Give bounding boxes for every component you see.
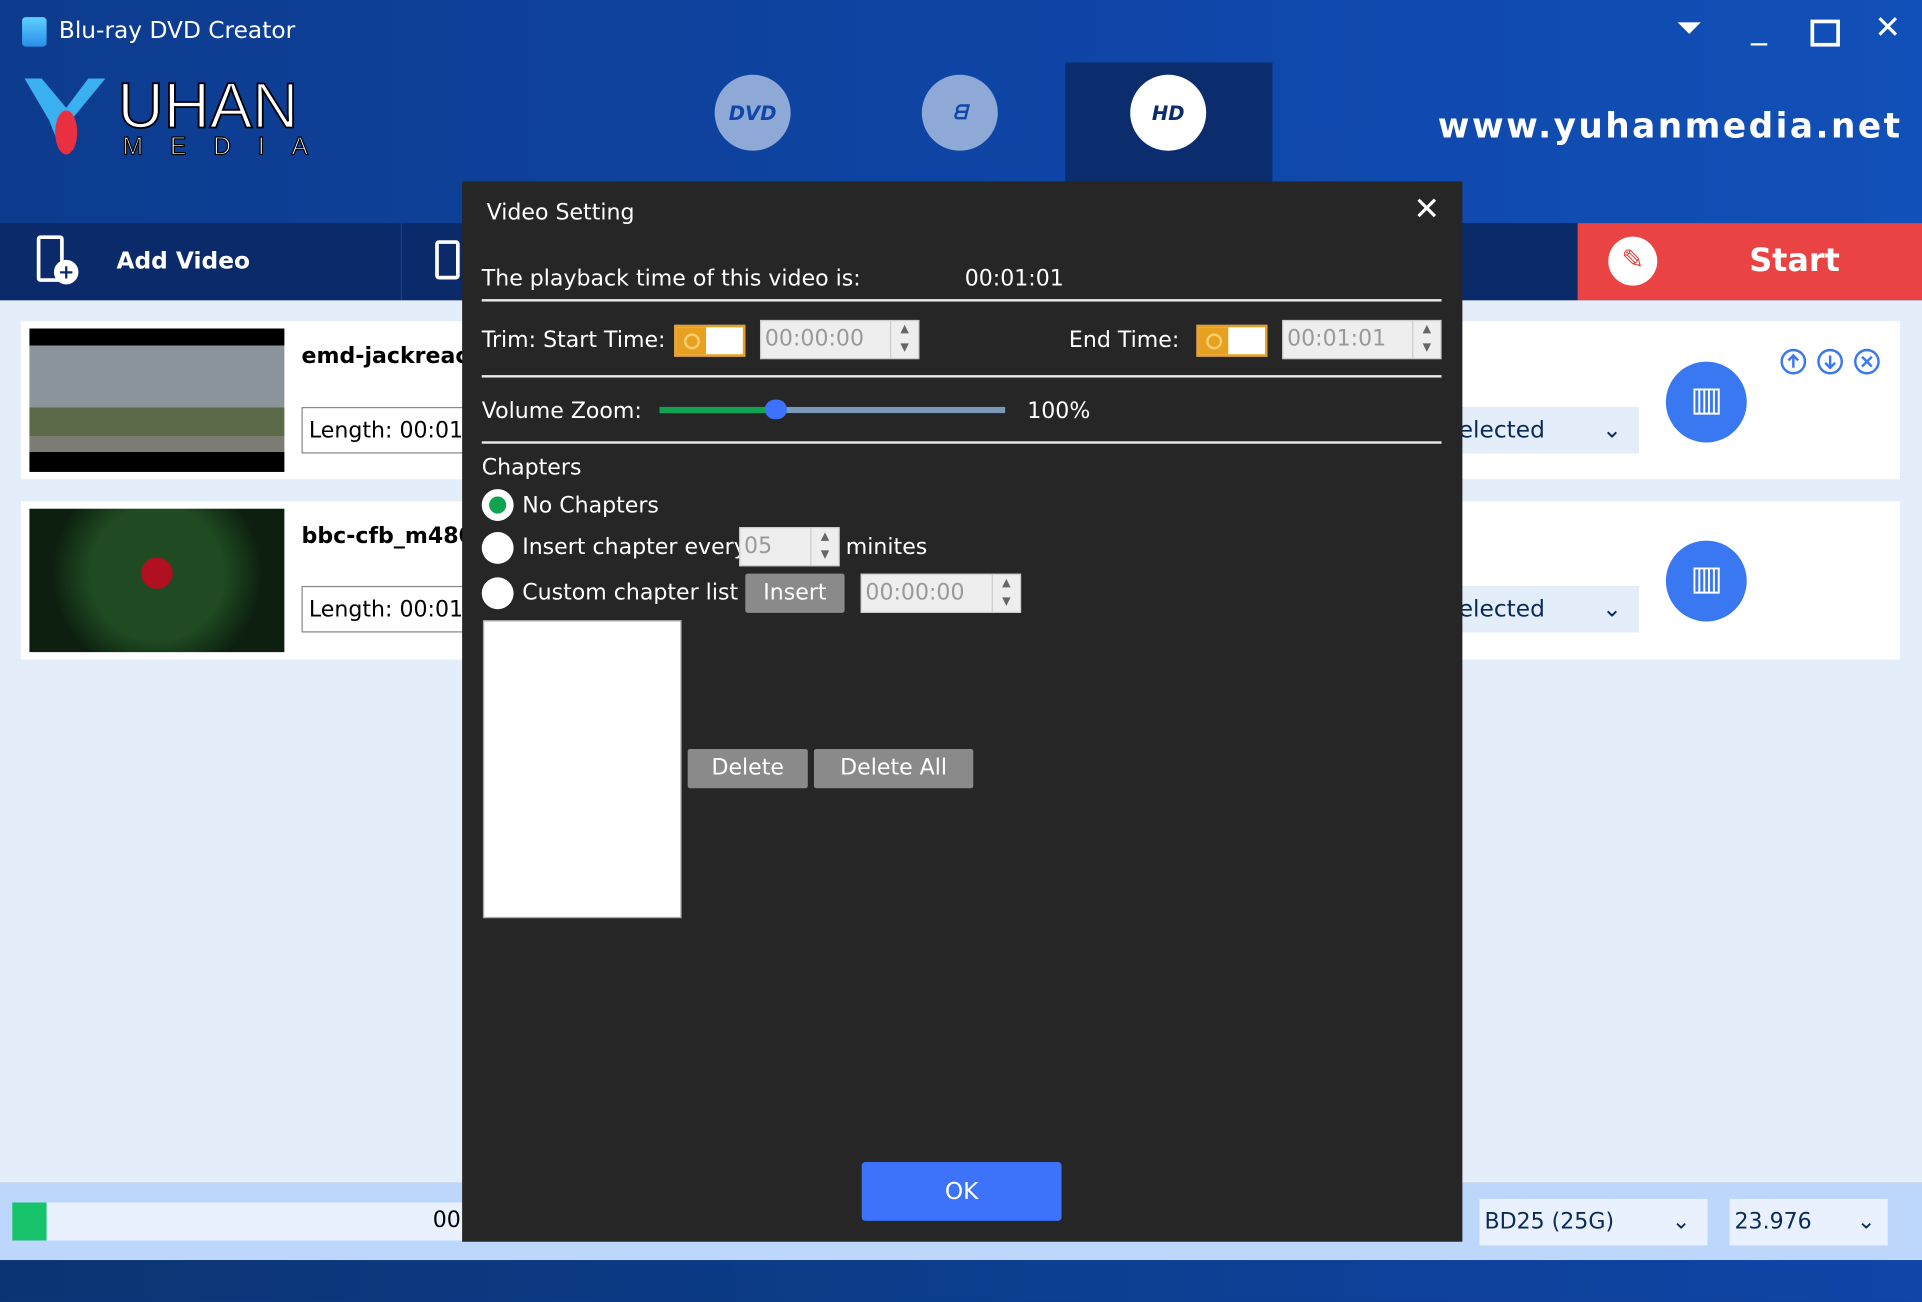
edit-video-button[interactable]: ▥ <box>1665 361 1747 443</box>
playback-label: The playback time of this video is: <box>481 265 861 292</box>
frame-rate-value: 23.976 <box>1734 1208 1812 1235</box>
video-name: bbc-cfb_m480 <box>301 523 474 550</box>
end-time-toggle[interactable] <box>1196 324 1268 357</box>
radio-selected-dot <box>489 496 507 514</box>
video-length: Length: 00:01:0 <box>301 406 474 454</box>
spinner-arrows[interactable]: ▲ ▼ <box>889 321 918 358</box>
video-length: Length: 00:01:4 <box>301 585 474 633</box>
chapter-interval-input[interactable]: 05 ▲ ▼ <box>739 527 840 567</box>
chevron-down-icon: ⌄ <box>1671 1208 1691 1235</box>
insert-button[interactable]: Insert <box>745 573 845 613</box>
volume-value: 100% <box>1027 398 1091 425</box>
custom-chapter-time-value: 00:00:00 <box>865 579 965 606</box>
dialog-close-icon[interactable]: ✕ <box>1413 191 1440 228</box>
subtitle-dropdown[interactable]: elected ⌄ <box>1458 585 1639 633</box>
volume-slider-fill <box>659 406 776 414</box>
app-title: Blu-ray DVD Creator <box>58 17 296 45</box>
divider <box>481 441 1442 444</box>
radio-insert-every[interactable] <box>481 531 514 564</box>
website-url[interactable]: www.yuhanmedia.net <box>1438 105 1903 145</box>
dvd-disc-icon[interactable]: DVD <box>714 74 791 151</box>
disc-capacity-bar <box>12 1202 466 1241</box>
video-thumbnail <box>29 508 285 653</box>
end-time-input[interactable]: 00:01:01 ▲ ▼ <box>1282 319 1442 360</box>
custom-list-label: Custom chapter list <box>522 579 739 606</box>
no-chapters-label: No Chapters <box>522 492 659 519</box>
svg-text:MEDIA: MEDIA <box>123 133 311 156</box>
yuhan-logo: UHAN MEDIA <box>24 71 311 157</box>
ultra-hd-icon[interactable]: HD <box>1130 74 1207 151</box>
dialog-title: Video Setting <box>486 199 635 226</box>
add-video-label: Add Video <box>116 247 251 275</box>
spinner-arrows[interactable]: ▲ ▼ <box>1412 321 1440 358</box>
video-name: emd-jackreach <box>301 343 485 369</box>
chevron-down-icon: ⌄ <box>1856 1208 1876 1235</box>
chapter-interval-value: 05 <box>744 533 773 559</box>
capacity-fill <box>12 1202 47 1241</box>
volume-label: Volume Zoom: <box>481 398 642 425</box>
move-up-icon[interactable] <box>1780 348 1807 375</box>
subtitle-dropdown[interactable]: elected ⌄ <box>1458 406 1639 454</box>
trim-start-input[interactable]: 00:00:00 ▲ ▼ <box>759 319 920 360</box>
divider <box>481 299 1442 302</box>
film-edit-icon: ▥ <box>1690 378 1723 420</box>
chevron-down-icon: ⌄ <box>1602 595 1622 623</box>
chapter-list[interactable] <box>482 620 682 919</box>
footer <box>0 1260 1922 1302</box>
trim-start-toggle[interactable] <box>674 324 746 357</box>
bluray-disc-icon[interactable]: ᗺ <box>921 74 998 151</box>
start-icon: ✎ <box>1608 236 1658 286</box>
move-down-icon[interactable] <box>1817 348 1844 375</box>
minimize-button[interactable]: _ <box>1735 10 1784 47</box>
spinner-arrows[interactable]: ▲ ▼ <box>810 528 838 566</box>
end-time-label: End Time: <box>1068 327 1180 354</box>
radio-custom-list[interactable] <box>481 577 514 610</box>
add-photo-icon[interactable] <box>435 240 460 280</box>
volume-slider-handle[interactable] <box>764 399 787 420</box>
chevron-down-icon: ⌄ <box>1602 416 1622 444</box>
svg-text:UHAN: UHAN <box>118 71 299 141</box>
video-thumbnail <box>29 328 285 472</box>
divider <box>481 375 1442 378</box>
trim-start-label: Trim: Start Time: <box>481 327 666 354</box>
trim-start-value: 00:00:00 <box>764 326 864 352</box>
custom-chapter-time-input[interactable]: 00:00:00 ▲ ▼ <box>860 573 1022 613</box>
edit-video-button[interactable]: ▥ <box>1665 540 1747 622</box>
start-label: Start <box>1749 242 1840 280</box>
delete-all-button[interactable]: Delete All <box>813 748 974 789</box>
subtitle-value: elected <box>1458 595 1545 623</box>
ok-button[interactable]: OK <box>861 1162 1062 1221</box>
maximize-button[interactable] <box>1810 19 1840 47</box>
spinner-arrows[interactable]: ▲ ▼ <box>991 574 1020 612</box>
radio-no-chapters[interactable] <box>481 489 514 521</box>
remove-video-icon[interactable] <box>1853 348 1880 375</box>
frame-rate-dropdown[interactable]: 23.976 ⌄ <box>1729 1198 1888 1246</box>
disc-type-value: BD25 (25G) <box>1484 1208 1615 1235</box>
insert-every-label: Insert chapter every <box>522 534 747 561</box>
delete-button[interactable]: Delete <box>687 748 808 789</box>
subtitle-value: elected <box>1458 416 1545 444</box>
app-icon <box>22 17 47 47</box>
chapters-label: Chapters <box>481 454 582 481</box>
film-edit-icon: ▥ <box>1690 557 1723 599</box>
playback-time: 00:01:01 <box>964 265 1064 292</box>
close-button[interactable]: ✕ <box>1863 10 1912 47</box>
disc-type-dropdown[interactable]: BD25 (25G) ⌄ <box>1479 1198 1708 1246</box>
plus-icon: + <box>53 259 79 285</box>
menu-dropdown-icon[interactable]: ⏷ <box>1665 10 1714 48</box>
minutes-label: minites <box>845 534 928 561</box>
end-time-value: 00:01:01 <box>1287 326 1387 352</box>
